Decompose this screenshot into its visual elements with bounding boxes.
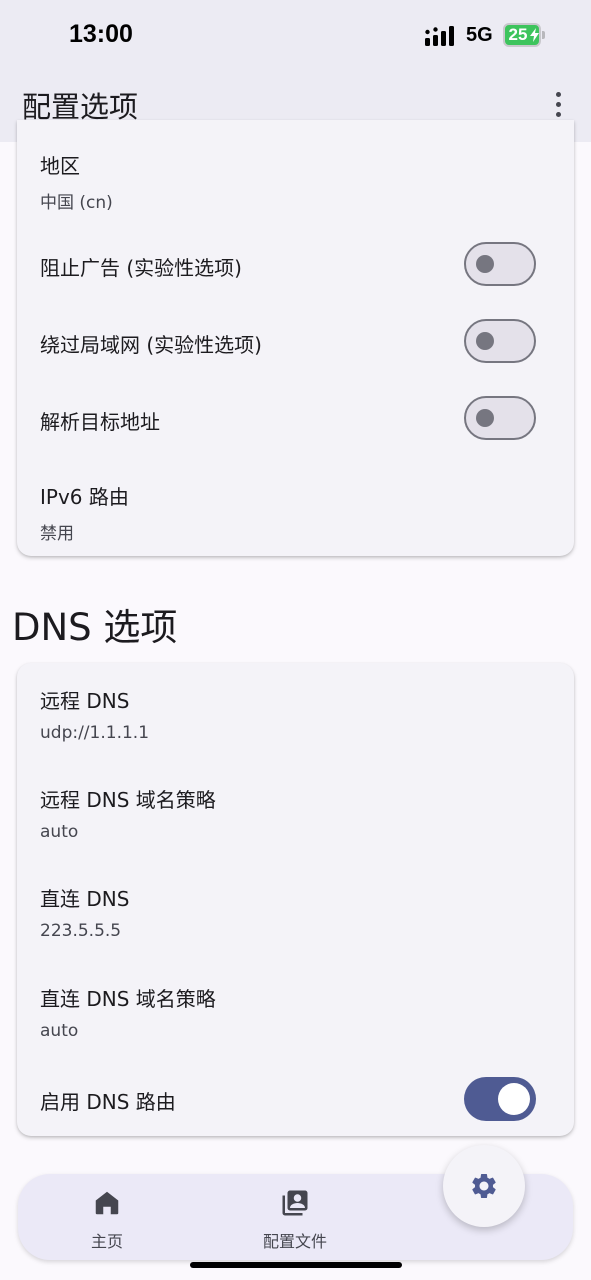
remote-dns-value: udp://1.1.1.1 xyxy=(40,723,150,743)
status-time: 13:00 xyxy=(69,20,133,48)
ipv6-route-value: 禁用 xyxy=(40,524,74,544)
remote-dns-strategy-value: auto xyxy=(40,822,79,842)
toggle-knob xyxy=(476,332,494,350)
routing-options-card: 地区 中国 (cn) 阻止广告 (实验性选项) 绕过局域网 (实验性选项) 解析… xyxy=(17,120,574,556)
signal-icon xyxy=(425,26,454,46)
status-bar: 13:00 5G 25 xyxy=(0,0,591,72)
home-indicator[interactable] xyxy=(190,1262,402,1268)
bypass-lan-toggle[interactable] xyxy=(464,319,536,363)
battery-icon: 25 xyxy=(503,23,545,47)
dns-section-heading: DNS 选项 xyxy=(12,606,178,649)
region-title: 地区 xyxy=(40,154,80,178)
resolve-destination-toggle[interactable] xyxy=(464,396,536,440)
profiles-icon xyxy=(282,1190,308,1216)
region-value: 中国 (cn) xyxy=(40,193,113,213)
direct-dns-value: 223.5.5.5 xyxy=(40,921,122,941)
enable-dns-routing-toggle[interactable] xyxy=(464,1077,536,1121)
more-dot xyxy=(555,91,561,97)
nav-profiles[interactable]: 配置文件 xyxy=(235,1174,355,1260)
nav-profiles-label: 配置文件 xyxy=(262,1232,327,1251)
remote-dns-setting[interactable]: 远程 DNS udp://1.1.1.1 xyxy=(40,685,550,743)
charging-bolt-icon xyxy=(530,28,539,42)
nav-home[interactable]: 主页 xyxy=(47,1174,167,1260)
nav-home-label: 主页 xyxy=(90,1232,123,1251)
network-type: 5G xyxy=(466,24,493,46)
remote-dns-strategy-title: 远程 DNS 域名策略 xyxy=(40,788,216,812)
home-icon xyxy=(95,1191,119,1215)
direct-dns-title: 直连 DNS xyxy=(40,887,130,911)
dns-options-card: 远程 DNS udp://1.1.1.1 远程 DNS 域名策略 auto 直连… xyxy=(17,663,574,1136)
more-vert-icon[interactable] xyxy=(540,86,576,122)
remote-dns-title: 远程 DNS xyxy=(40,689,130,713)
toggle-knob xyxy=(476,255,494,273)
region-setting[interactable]: 地区 中国 (cn) xyxy=(40,150,550,213)
battery-cap xyxy=(542,31,545,39)
screen: 13:00 5G 25 配置选项 地区 中国 (cn) 阻止广告 (实验性选项)… xyxy=(0,0,591,1280)
battery-level: 25 xyxy=(508,25,528,44)
remote-dns-strategy-setting[interactable]: 远程 DNS 域名策略 auto xyxy=(40,784,550,842)
block-ads-toggle[interactable] xyxy=(464,242,536,286)
more-dot xyxy=(555,111,561,117)
ipv6-route-title: IPv6 路由 xyxy=(40,485,129,509)
direct-dns-strategy-setting[interactable]: 直连 DNS 域名策略 auto xyxy=(40,983,550,1041)
direct-dns-strategy-value: auto xyxy=(40,1021,79,1041)
toggle-knob xyxy=(476,409,494,427)
gear-icon xyxy=(472,1174,496,1198)
toggle-knob xyxy=(498,1083,530,1115)
ipv6-route-setting[interactable]: IPv6 路由 禁用 xyxy=(40,481,550,544)
direct-dns-strategy-title: 直连 DNS 域名策略 xyxy=(40,987,216,1011)
direct-dns-setting[interactable]: 直连 DNS 223.5.5.5 xyxy=(40,883,550,941)
more-dot xyxy=(555,101,561,107)
settings-fab[interactable] xyxy=(443,1145,525,1227)
